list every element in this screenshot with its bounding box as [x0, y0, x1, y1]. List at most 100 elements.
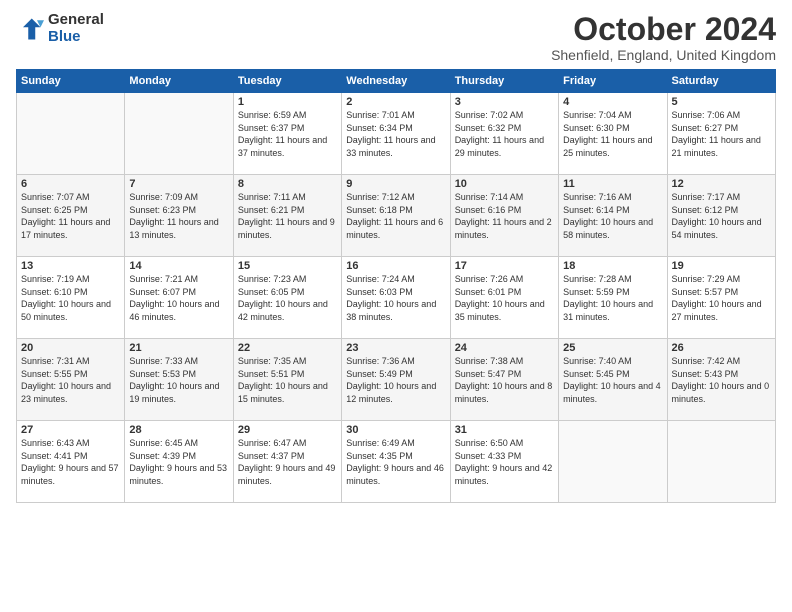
calendar-cell — [559, 421, 667, 503]
month-title: October 2024 — [551, 12, 776, 47]
cell-details: Sunrise: 7:16 AM Sunset: 6:14 PM Dayligh… — [563, 191, 662, 241]
calendar-cell: 15Sunrise: 7:23 AM Sunset: 6:05 PM Dayli… — [233, 257, 341, 339]
calendar-week-row: 20Sunrise: 7:31 AM Sunset: 5:55 PM Dayli… — [17, 339, 776, 421]
calendar-cell: 21Sunrise: 7:33 AM Sunset: 5:53 PM Dayli… — [125, 339, 233, 421]
cell-details: Sunrise: 6:50 AM Sunset: 4:33 PM Dayligh… — [455, 437, 554, 487]
calendar-cell: 25Sunrise: 7:40 AM Sunset: 5:45 PM Dayli… — [559, 339, 667, 421]
cell-details: Sunrise: 7:12 AM Sunset: 6:18 PM Dayligh… — [346, 191, 445, 241]
calendar-week-row: 13Sunrise: 7:19 AM Sunset: 6:10 PM Dayli… — [17, 257, 776, 339]
cell-details: Sunrise: 7:21 AM Sunset: 6:07 PM Dayligh… — [129, 273, 228, 323]
day-number: 18 — [563, 260, 662, 272]
calendar-cell: 3Sunrise: 7:02 AM Sunset: 6:32 PM Daylig… — [450, 93, 558, 175]
cell-details: Sunrise: 7:31 AM Sunset: 5:55 PM Dayligh… — [21, 355, 120, 405]
day-number: 6 — [21, 178, 120, 190]
day-number: 5 — [672, 96, 771, 108]
day-number: 2 — [346, 96, 445, 108]
day-number: 15 — [238, 260, 337, 272]
cell-details: Sunrise: 6:43 AM Sunset: 4:41 PM Dayligh… — [21, 437, 120, 487]
calendar-cell — [667, 421, 775, 503]
calendar-cell: 19Sunrise: 7:29 AM Sunset: 5:57 PM Dayli… — [667, 257, 775, 339]
calendar-page: General Blue October 2024 Shenfield, Eng… — [0, 0, 792, 612]
logo-text: General Blue — [48, 12, 104, 45]
day-number: 8 — [238, 178, 337, 190]
day-number: 12 — [672, 178, 771, 190]
weekday-header: Monday — [125, 70, 233, 93]
day-number: 31 — [455, 424, 554, 436]
cell-details: Sunrise: 7:36 AM Sunset: 5:49 PM Dayligh… — [346, 355, 445, 405]
calendar-cell: 8Sunrise: 7:11 AM Sunset: 6:21 PM Daylig… — [233, 175, 341, 257]
day-number: 25 — [563, 342, 662, 354]
calendar-cell: 1Sunrise: 6:59 AM Sunset: 6:37 PM Daylig… — [233, 93, 341, 175]
day-number: 26 — [672, 342, 771, 354]
cell-details: Sunrise: 7:28 AM Sunset: 5:59 PM Dayligh… — [563, 273, 662, 323]
cell-details: Sunrise: 7:26 AM Sunset: 6:01 PM Dayligh… — [455, 273, 554, 323]
calendar-week-row: 27Sunrise: 6:43 AM Sunset: 4:41 PM Dayli… — [17, 421, 776, 503]
cell-details: Sunrise: 7:42 AM Sunset: 5:43 PM Dayligh… — [672, 355, 771, 405]
calendar-cell: 9Sunrise: 7:12 AM Sunset: 6:18 PM Daylig… — [342, 175, 450, 257]
weekday-header: Friday — [559, 70, 667, 93]
day-number: 11 — [563, 178, 662, 190]
day-number: 21 — [129, 342, 228, 354]
calendar-cell: 11Sunrise: 7:16 AM Sunset: 6:14 PM Dayli… — [559, 175, 667, 257]
location: Shenfield, England, United Kingdom — [551, 47, 776, 63]
cell-details: Sunrise: 7:40 AM Sunset: 5:45 PM Dayligh… — [563, 355, 662, 405]
cell-details: Sunrise: 6:45 AM Sunset: 4:39 PM Dayligh… — [129, 437, 228, 487]
cell-details: Sunrise: 7:14 AM Sunset: 6:16 PM Dayligh… — [455, 191, 554, 241]
calendar-cell: 22Sunrise: 7:35 AM Sunset: 5:51 PM Dayli… — [233, 339, 341, 421]
calendar-cell: 24Sunrise: 7:38 AM Sunset: 5:47 PM Dayli… — [450, 339, 558, 421]
day-number: 13 — [21, 260, 120, 272]
cell-details: Sunrise: 7:29 AM Sunset: 5:57 PM Dayligh… — [672, 273, 771, 323]
weekday-header-row: SundayMondayTuesdayWednesdayThursdayFrid… — [17, 70, 776, 93]
calendar-cell: 6Sunrise: 7:07 AM Sunset: 6:25 PM Daylig… — [17, 175, 125, 257]
calendar-cell: 26Sunrise: 7:42 AM Sunset: 5:43 PM Dayli… — [667, 339, 775, 421]
cell-details: Sunrise: 7:24 AM Sunset: 6:03 PM Dayligh… — [346, 273, 445, 323]
cell-details: Sunrise: 6:47 AM Sunset: 4:37 PM Dayligh… — [238, 437, 337, 487]
day-number: 22 — [238, 342, 337, 354]
cell-details: Sunrise: 6:59 AM Sunset: 6:37 PM Dayligh… — [238, 109, 337, 159]
day-number: 16 — [346, 260, 445, 272]
cell-details: Sunrise: 7:02 AM Sunset: 6:32 PM Dayligh… — [455, 109, 554, 159]
day-number: 24 — [455, 342, 554, 354]
calendar-cell: 31Sunrise: 6:50 AM Sunset: 4:33 PM Dayli… — [450, 421, 558, 503]
header: General Blue October 2024 Shenfield, Eng… — [16, 12, 776, 63]
calendar-cell: 28Sunrise: 6:45 AM Sunset: 4:39 PM Dayli… — [125, 421, 233, 503]
cell-details: Sunrise: 7:07 AM Sunset: 6:25 PM Dayligh… — [21, 191, 120, 241]
cell-details: Sunrise: 6:49 AM Sunset: 4:35 PM Dayligh… — [346, 437, 445, 487]
calendar-cell: 29Sunrise: 6:47 AM Sunset: 4:37 PM Dayli… — [233, 421, 341, 503]
weekday-header: Saturday — [667, 70, 775, 93]
weekday-header: Sunday — [17, 70, 125, 93]
calendar-cell — [17, 93, 125, 175]
calendar-cell: 30Sunrise: 6:49 AM Sunset: 4:35 PM Dayli… — [342, 421, 450, 503]
day-number: 30 — [346, 424, 445, 436]
cell-details: Sunrise: 7:01 AM Sunset: 6:34 PM Dayligh… — [346, 109, 445, 159]
logo-blue: Blue — [48, 29, 104, 46]
cell-details: Sunrise: 7:19 AM Sunset: 6:10 PM Dayligh… — [21, 273, 120, 323]
calendar-week-row: 1Sunrise: 6:59 AM Sunset: 6:37 PM Daylig… — [17, 93, 776, 175]
weekday-header: Thursday — [450, 70, 558, 93]
calendar-cell — [125, 93, 233, 175]
day-number: 23 — [346, 342, 445, 354]
cell-details: Sunrise: 7:06 AM Sunset: 6:27 PM Dayligh… — [672, 109, 771, 159]
calendar-cell: 18Sunrise: 7:28 AM Sunset: 5:59 PM Dayli… — [559, 257, 667, 339]
cell-details: Sunrise: 7:38 AM Sunset: 5:47 PM Dayligh… — [455, 355, 554, 405]
logo-general: General — [48, 12, 104, 29]
day-number: 14 — [129, 260, 228, 272]
calendar-week-row: 6Sunrise: 7:07 AM Sunset: 6:25 PM Daylig… — [17, 175, 776, 257]
calendar-cell: 17Sunrise: 7:26 AM Sunset: 6:01 PM Dayli… — [450, 257, 558, 339]
day-number: 17 — [455, 260, 554, 272]
day-number: 27 — [21, 424, 120, 436]
calendar-cell: 7Sunrise: 7:09 AM Sunset: 6:23 PM Daylig… — [125, 175, 233, 257]
title-block: October 2024 Shenfield, England, United … — [551, 12, 776, 63]
cell-details: Sunrise: 7:23 AM Sunset: 6:05 PM Dayligh… — [238, 273, 337, 323]
calendar-cell: 23Sunrise: 7:36 AM Sunset: 5:49 PM Dayli… — [342, 339, 450, 421]
day-number: 28 — [129, 424, 228, 436]
cell-details: Sunrise: 7:11 AM Sunset: 6:21 PM Dayligh… — [238, 191, 337, 241]
cell-details: Sunrise: 7:04 AM Sunset: 6:30 PM Dayligh… — [563, 109, 662, 159]
weekday-header: Wednesday — [342, 70, 450, 93]
calendar-cell: 13Sunrise: 7:19 AM Sunset: 6:10 PM Dayli… — [17, 257, 125, 339]
calendar-cell: 2Sunrise: 7:01 AM Sunset: 6:34 PM Daylig… — [342, 93, 450, 175]
calendar-cell: 4Sunrise: 7:04 AM Sunset: 6:30 PM Daylig… — [559, 93, 667, 175]
logo-icon — [16, 15, 44, 43]
day-number: 1 — [238, 96, 337, 108]
day-number: 10 — [455, 178, 554, 190]
